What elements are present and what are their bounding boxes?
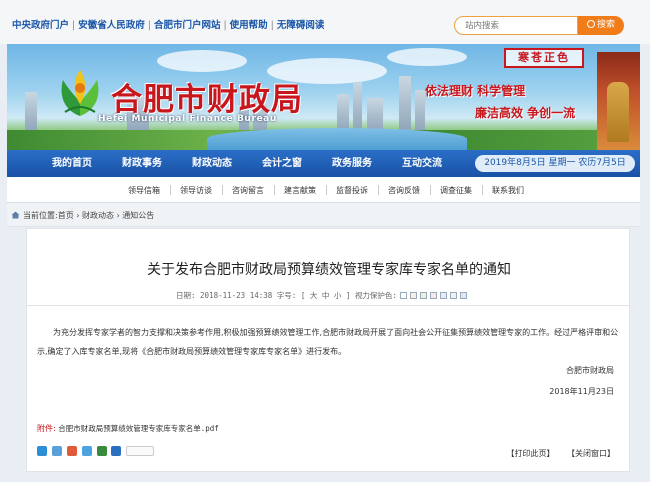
eye-color-swatch-1[interactable]: [399, 292, 407, 299]
link-hefei-portal[interactable]: 合肥市门户网站: [154, 20, 221, 31]
statue-image: [607, 82, 629, 142]
slogan-line-2: 廉洁高效 争创一流: [475, 106, 576, 120]
date-display: 2019年8月5日 星期一 农历7月5日: [475, 155, 635, 172]
article-title: 关于发布合肥市财政局预算绩效管理专家库专家名单的通知: [147, 262, 511, 278]
main-nav: 我的首页 财政事务 财政动态 会计之窗 政务服务 互动交流 2019年8月5日 …: [7, 150, 640, 177]
subnav-item-leader-mailbox[interactable]: 领导信箱: [128, 185, 160, 196]
eye-color-swatch-6[interactable]: [449, 292, 457, 299]
breadcrumb-label: 当前位置:: [23, 211, 58, 220]
eye-protect-label: 视力保护色:: [354, 291, 397, 300]
article-panel: 关于发布合肥市财政局预算绩效管理专家库专家名单的通知 日期: 2018-11-2…: [26, 228, 631, 472]
article-actions: 【打印此页】 【关闭窗口】: [496, 448, 615, 459]
top-bar: 中央政府门户|安徽省人民政府|合肥市门户网站|使用帮助|无障碍阅读 搜索: [0, 0, 650, 44]
nav-item-services[interactable]: 政务服务: [317, 150, 387, 177]
link-help[interactable]: 使用帮助: [230, 20, 268, 31]
subnav-item-suggestions[interactable]: 建言献策: [284, 185, 316, 196]
top-links: 中央政府门户 | 安徽省人民政府 | 合肥市门户网站 | 使用帮助 | 无障碍阅读: [12, 20, 325, 31]
breadcrumb-home[interactable]: 首页: [58, 211, 74, 220]
subnav-item-survey[interactable]: 调查征集: [440, 185, 472, 196]
eye-protect-swatches: [397, 291, 467, 300]
breadcrumb: 当前位置:首页 › 财政动态 › 通知公告: [11, 210, 154, 221]
finance-bureau-logo-icon: [61, 70, 99, 116]
attachment: 附件: 合肥市财政局预算绩效管理专家库专家名单.pdf: [37, 423, 219, 434]
share-renren-icon[interactable]: [96, 446, 107, 456]
print-page-link[interactable]: 【打印此页】: [506, 449, 554, 458]
home-icon: [11, 211, 20, 219]
header-banner: 合肥市财政局 Hefei Municipal Finance Bureau 寒苍…: [7, 44, 640, 150]
site-title: 合肥市财政局: [111, 82, 303, 118]
font-size-control[interactable]: 字号: [ 大 中 小 ]: [277, 291, 351, 300]
search-icon: [586, 20, 595, 28]
link-central-gov[interactable]: 中央政府门户: [12, 20, 69, 31]
subnav-item-leader-interview[interactable]: 领导访谈: [180, 185, 212, 196]
nav-item-home[interactable]: 我的首页: [37, 150, 107, 177]
share-plus-icon[interactable]: [37, 446, 47, 456]
share-qzone-icon[interactable]: [51, 446, 62, 456]
search-box: 搜索: [454, 16, 624, 35]
share-counter: [126, 446, 155, 456]
divider: [27, 305, 631, 306]
eye-color-swatch-4[interactable]: [429, 292, 437, 299]
seal-stamp: 寒苍正色: [504, 48, 584, 68]
article-meta: 日期: 2018-11-23 14:38 字号: [ 大 中 小 ] 视力保护色…: [176, 290, 467, 301]
link-accessibility[interactable]: 无障碍阅读: [277, 20, 325, 31]
nav-item-interaction[interactable]: 互动交流: [387, 150, 457, 177]
eye-color-swatch-2[interactable]: [409, 292, 417, 299]
subnav-item-complaints[interactable]: 监督投诉: [336, 185, 368, 196]
eye-color-swatch-3[interactable]: [419, 292, 427, 299]
nav-item-finance-news[interactable]: 财政动态: [177, 150, 247, 177]
eye-color-swatch-5[interactable]: [439, 292, 447, 299]
sub-nav: 领导信箱 领导访谈 咨询留言 建言献策 监督投诉 咨询反馈 调查征集 联系我们: [7, 177, 640, 203]
nav-item-accounting[interactable]: 会计之窗: [247, 150, 317, 177]
search-input[interactable]: [454, 16, 578, 35]
close-window-link[interactable]: 【关闭窗口】: [567, 449, 615, 458]
eye-color-swatch-7[interactable]: [459, 292, 467, 299]
slogan-line-1: 依法理财 科学管理: [425, 84, 526, 98]
article-date: 日期: 2018-11-23 14:38: [176, 291, 273, 300]
share-kaixin-icon[interactable]: [111, 446, 122, 456]
share-bar: [37, 446, 156, 456]
subnav-item-consult-message[interactable]: 咨询留言: [232, 185, 264, 196]
article-sign-date: 2018年11月23日: [549, 387, 614, 396]
subnav-item-contact[interactable]: 联系我们: [492, 185, 524, 196]
site-subtitle: Hefei Municipal Finance Bureau: [98, 114, 277, 124]
search-button-label: 搜索: [596, 20, 615, 30]
breadcrumb-bar: 当前位置:首页 › 财政动态 › 通知公告: [7, 203, 640, 227]
attachment-link[interactable]: 合肥市财政局预算绩效管理专家库专家名单.pdf: [58, 424, 219, 433]
article-body: 为充分发挥专家学者的智力支撑和决策参考作用,积极加强预算绩效管理工作,合肥市财政…: [37, 328, 619, 356]
share-weibo-icon[interactable]: [66, 446, 77, 456]
breadcrumb-notices[interactable]: 通知公告: [122, 211, 154, 220]
nav-item-finance-affairs[interactable]: 财政事务: [107, 150, 177, 177]
share-tencent-icon[interactable]: [81, 446, 92, 456]
search-button[interactable]: 搜索: [578, 16, 624, 35]
breadcrumb-finance-news[interactable]: 财政动态: [82, 211, 114, 220]
subnav-item-feedback[interactable]: 咨询反馈: [388, 185, 420, 196]
article-signature: 合肥市财政局: [566, 366, 614, 375]
link-anhui-gov[interactable]: 安徽省人民政府: [78, 20, 145, 31]
attachment-label: 附件:: [37, 424, 56, 433]
